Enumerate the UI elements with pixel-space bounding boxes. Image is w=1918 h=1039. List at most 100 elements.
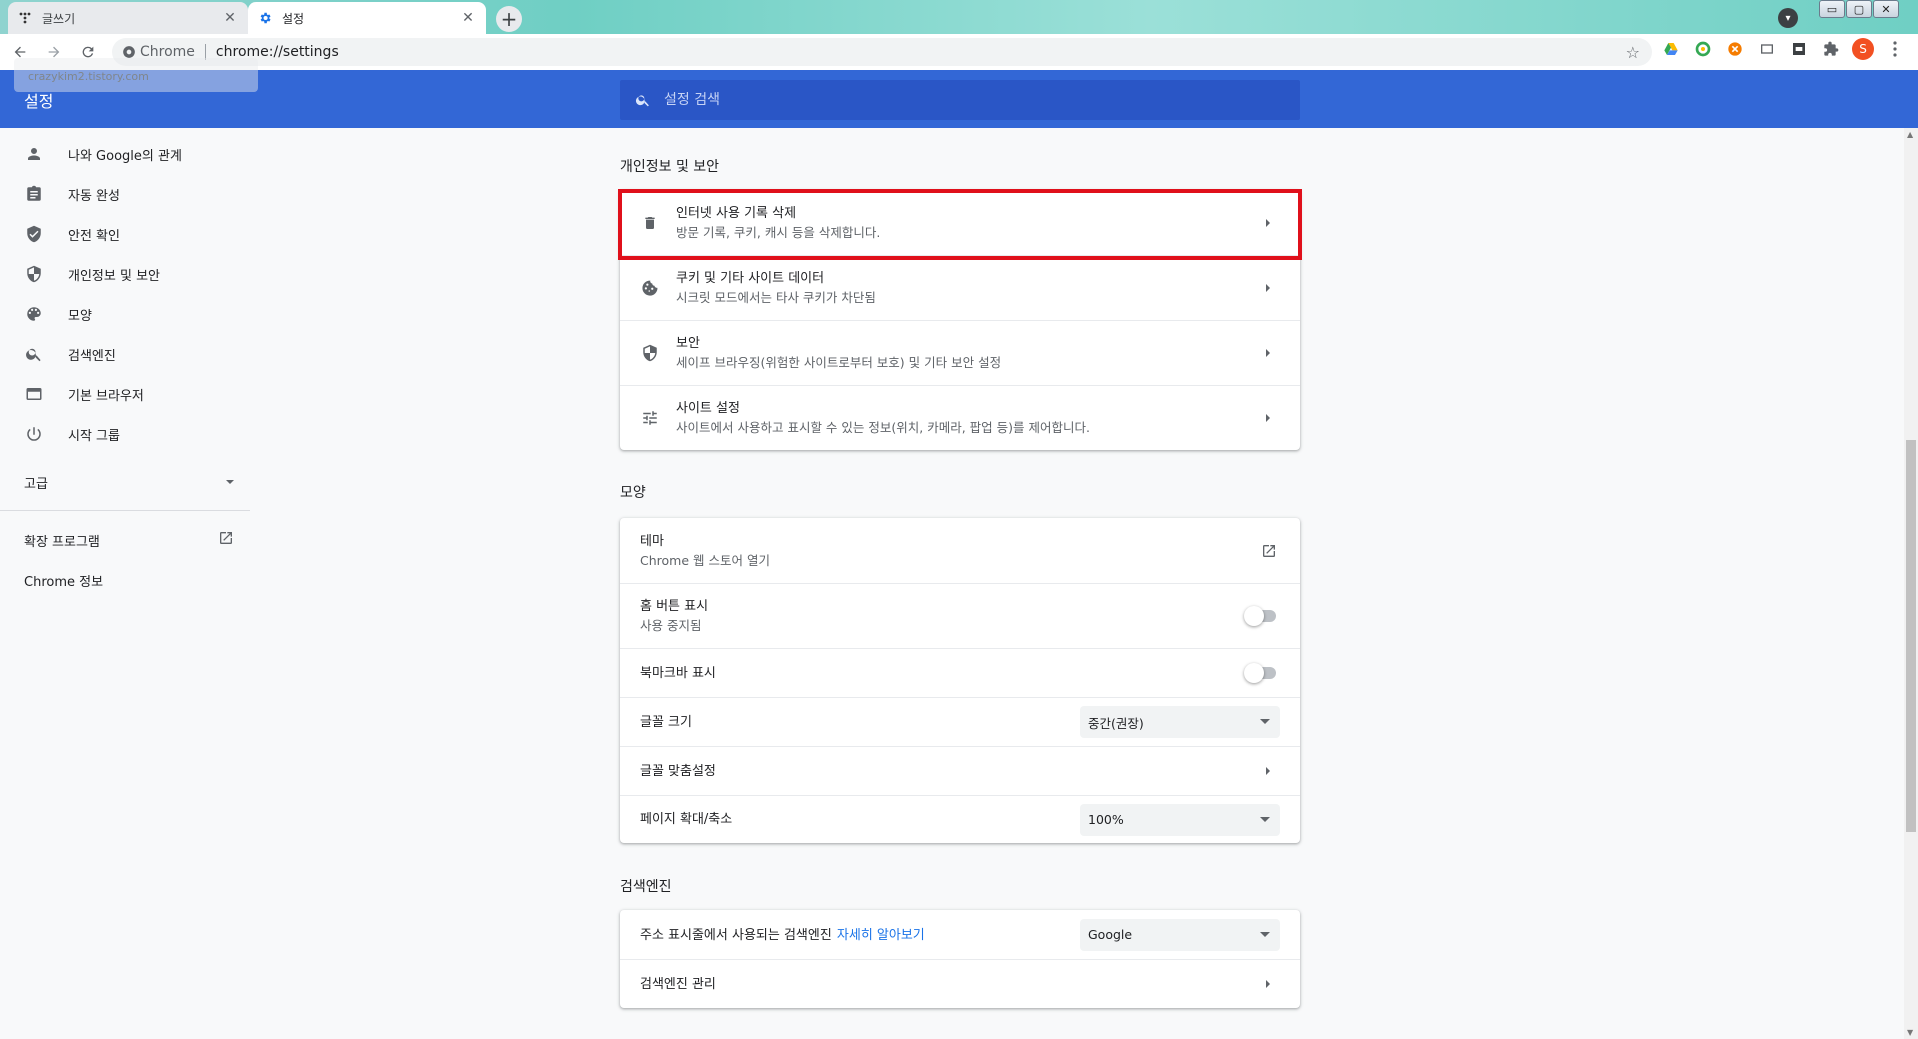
open-in-new-icon[interactable]: [1260, 542, 1278, 560]
power-icon: [24, 424, 44, 444]
sidebar-item-you-and-google[interactable]: 나와 Google의 관계: [24, 134, 244, 174]
selenium-extension-icon[interactable]: [1788, 38, 1810, 60]
chevron-right-icon: [1262, 348, 1274, 358]
font-size-select[interactable]: 중간(권장): [1080, 706, 1280, 738]
tab-title: 설정: [282, 11, 305, 26]
row-manage-search-engines[interactable]: 검색엔진 관리: [620, 959, 1300, 1008]
settings-search[interactable]: [620, 80, 1300, 120]
close-window-button[interactable]: ✕: [1873, 0, 1899, 18]
open-in-new-icon: [218, 530, 234, 550]
blocker-extension-icon[interactable]: [1724, 38, 1746, 60]
sidebar-item-label: 모양: [68, 308, 92, 324]
sidebar-about-label: Chrome 정보: [24, 574, 104, 590]
caret-down-icon: [1260, 931, 1270, 937]
sidebar-item-search-engine[interactable]: 검색엔진: [24, 334, 244, 374]
row-title: 북마크바 표시: [640, 665, 716, 681]
star-icon[interactable]: ☆: [1626, 43, 1640, 62]
url-tooltip: crazykim2.tistory.com: [14, 58, 258, 92]
row-title: 검색엔진 관리: [640, 976, 716, 992]
row-title: 보안: [676, 336, 700, 351]
chevron-right-icon: [1262, 283, 1274, 293]
scroll-down-arrow[interactable]: ▼: [1907, 1028, 1913, 1037]
new-tab-button[interactable]: +: [496, 6, 522, 32]
sidebar-item-label: 자동 완성: [68, 188, 120, 204]
sidebar-item-label: 안전 확인: [68, 228, 120, 244]
menu-icon[interactable]: [1884, 38, 1906, 60]
learn-more-link[interactable]: 자세히 알아보기: [837, 928, 925, 943]
section-title-privacy: 개인정보 및 보안: [620, 159, 720, 175]
sidebar-item-on-startup[interactable]: 시작 그룹: [24, 414, 244, 454]
sync-extension-icon[interactable]: [1692, 38, 1714, 60]
row-subtitle: Chrome 웹 스토어 열기: [640, 552, 770, 568]
screen-extension-icon[interactable]: [1756, 38, 1778, 60]
row-title: 글꼴 맞춤설정: [640, 763, 716, 779]
row-font-size: 글꼴 크기 중간(권장): [620, 697, 1300, 746]
sidebar-item-autofill[interactable]: 자동 완성: [24, 174, 244, 214]
sidebar-item-default-browser[interactable]: 기본 브라우저: [24, 374, 244, 414]
caret-down-icon: [1260, 816, 1270, 822]
sidebar-item-label: 나와 Google의 관계: [68, 148, 182, 164]
person-icon: [24, 144, 44, 164]
search-engine-select[interactable]: Google: [1080, 918, 1280, 951]
scroll-up-arrow[interactable]: ▲: [1907, 130, 1913, 139]
shield-icon: [24, 264, 44, 284]
home-button-toggle[interactable]: [1244, 606, 1278, 626]
search-input[interactable]: [664, 92, 1264, 108]
maximize-button[interactable]: ▢: [1846, 0, 1872, 18]
row-home-button[interactable]: 홈 버튼 표시 사용 중지됨: [620, 583, 1300, 648]
sidebar-extensions[interactable]: 확장 프로그램: [24, 520, 234, 560]
row-subtitle: 방문 기록, 쿠키, 캐시 등을 삭제합니다.: [676, 224, 881, 240]
scrollbar[interactable]: ▲ ▼: [1904, 128, 1918, 1039]
minimize-button[interactable]: ▭: [1819, 0, 1845, 18]
chevron-right-icon: [1262, 218, 1274, 228]
row-title: 사이트 설정: [676, 401, 740, 416]
sidebar-item-privacy[interactable]: 개인정보 및 보안: [24, 254, 244, 294]
extension-bar: S: [1660, 38, 1906, 60]
tab-search-icon[interactable]: ▾: [1778, 8, 1798, 28]
sidebar-advanced[interactable]: 고급: [24, 462, 234, 502]
puzzle-icon[interactable]: [1820, 38, 1842, 60]
drive-icon[interactable]: [1660, 38, 1682, 60]
tab-strip: 글쓰기 ✕ 설정 ✕ + ▾ ▭ ▢ ✕: [0, 0, 1918, 34]
toolbar: Chrome chrome://settings ☆ S: [0, 34, 1918, 70]
bookmarks-bar-toggle[interactable]: [1244, 663, 1278, 683]
sidebar-item-safety-check[interactable]: 안전 확인: [24, 214, 244, 254]
tab-settings[interactable]: 설정 ✕: [248, 2, 486, 34]
page-zoom-select[interactable]: 100%: [1080, 803, 1280, 836]
sidebar-about-chrome[interactable]: Chrome 정보: [24, 560, 244, 600]
chevron-right-icon: [1262, 413, 1274, 423]
row-site-settings[interactable]: 사이트 설정 사이트에서 사용하고 표시할 수 있는 정보(위치, 카메라, 팝…: [620, 385, 1300, 450]
tune-icon: [640, 408, 660, 428]
cookie-icon: [640, 278, 660, 298]
row-customize-fonts[interactable]: 글꼴 맞춤설정: [620, 746, 1300, 795]
row-default-search-engine: 주소 표시줄에서 사용되는 검색엔진 자세히 알아보기 Google: [620, 910, 1300, 959]
caret-down-icon: [226, 480, 234, 484]
address-bar[interactable]: Chrome chrome://settings ☆: [112, 38, 1652, 66]
sidebar-item-label: 시작 그룹: [68, 428, 120, 444]
search-icon: [24, 344, 44, 364]
row-security[interactable]: 보안 세이프 브라우징(위험한 사이트로부터 보호) 및 기타 보안 설정: [620, 320, 1300, 385]
sidebar-advanced-label: 고급: [24, 476, 48, 492]
row-cookies[interactable]: 쿠키 및 기타 사이트 데이터 시크릿 모드에서는 타사 쿠키가 차단됨: [620, 255, 1300, 320]
row-clear-browsing-data[interactable]: 인터넷 사용 기록 삭제 방문 기록, 쿠키, 캐시 등을 삭제합니다.: [620, 190, 1300, 255]
tab-write[interactable]: 글쓰기 ✕: [8, 2, 248, 34]
palette-icon: [24, 304, 44, 324]
row-bookmarks-bar[interactable]: 북마크바 표시: [620, 648, 1300, 697]
appearance-card: 테마 Chrome 웹 스토어 열기 홈 버튼 표시 사용 중지됨 북마크바 표…: [620, 518, 1300, 843]
profile-avatar[interactable]: S: [1852, 38, 1874, 60]
search-icon: [634, 91, 652, 109]
row-subtitle: 세이프 브라우징(위험한 사이트로부터 보호) 및 기타 보안 설정: [676, 355, 1002, 370]
close-icon[interactable]: ✕: [460, 10, 476, 26]
settings-header: 설정: [0, 70, 1918, 128]
scrollbar-thumb[interactable]: [1906, 440, 1916, 832]
select-value: Google: [1088, 927, 1133, 942]
search-engine-card: 주소 표시줄에서 사용되는 검색엔진 자세히 알아보기 Google 검색엔진 …: [620, 910, 1300, 1008]
close-icon[interactable]: ✕: [222, 10, 238, 26]
clipboard-icon: [24, 184, 44, 204]
sidebar-item-appearance[interactable]: 모양: [24, 294, 244, 334]
chevron-right-icon: [1262, 766, 1274, 776]
row-theme[interactable]: 테마 Chrome 웹 스토어 열기: [620, 518, 1300, 583]
row-title: 쿠키 및 기타 사이트 데이터: [676, 271, 825, 286]
row-title: 홈 버튼 표시: [640, 599, 709, 614]
trash-icon: [640, 213, 660, 233]
